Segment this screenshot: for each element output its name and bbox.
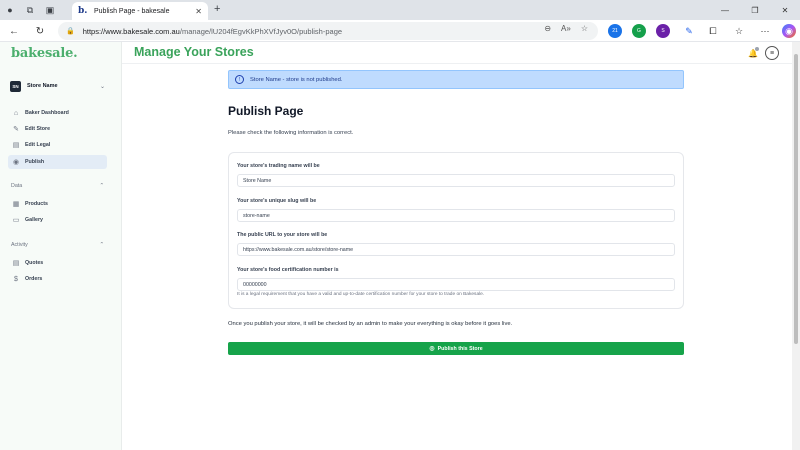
url-actions: ⊖ A» ☆: [544, 24, 588, 33]
sidebar-item-gallery[interactable]: ▭ Gallery: [8, 213, 107, 227]
section-heading: Publish Page: [228, 104, 304, 118]
store-selector[interactable]: SN Store Name ⌄: [10, 78, 105, 94]
profile-extension-icon[interactable]: S: [656, 24, 670, 38]
close-tab-icon[interactable]: ✕: [195, 7, 202, 16]
profile-icon[interactable]: ●: [0, 0, 20, 20]
url-path: /manage/lU204fEgvKkPhXVfJyv0O/publish-pa…: [179, 26, 343, 36]
notification-badge: [755, 47, 759, 51]
slug-label: Your store's unique slug will be: [237, 198, 317, 204]
certification-field[interactable]: 00000000: [237, 278, 675, 291]
legal-icon: ▤: [12, 142, 20, 149]
sidebar-item-label: Quotes: [25, 260, 44, 266]
public-url-label: The public URL to your store will be: [237, 232, 328, 238]
browser-tab[interactable]: b. Publish Page - bakesale ✕: [72, 2, 208, 20]
sidebar: bakesale. SN Store Name ⌄ ⌂ Baker Dashbo…: [0, 42, 122, 450]
document-icon: ▤: [12, 260, 20, 267]
copilot-icon[interactable]: ◉: [782, 24, 796, 38]
bakesale-logo[interactable]: bakesale.: [11, 46, 78, 61]
bakesale-favicon-icon: b.: [78, 6, 88, 16]
dollar-icon: $: [14, 275, 18, 283]
page-title: Manage Your Stores: [134, 45, 254, 59]
minimize-icon[interactable]: —: [710, 0, 740, 20]
sidebar-item-edit-legal[interactable]: ▤ Edit Legal: [8, 138, 107, 152]
chevron-up-icon: ⌃: [99, 242, 104, 248]
refresh-icon[interactable]: ↻: [32, 23, 48, 39]
eye-icon: ◉: [12, 159, 20, 166]
sidebar-item-baker-dashboard[interactable]: ⌂ Baker Dashboard: [8, 106, 107, 120]
scrollbar-thumb[interactable]: [794, 54, 798, 344]
alert-text: Store Name - store is not published.: [250, 76, 343, 83]
favorite-star-icon[interactable]: ☆: [581, 24, 588, 33]
lock-icon: 🔒: [66, 28, 75, 35]
sidebar-item-edit-store[interactable]: ✎ Edit Store: [8, 122, 107, 136]
extension-badge-icon[interactable]: 21: [608, 24, 622, 38]
activity-section-header[interactable]: Activity ⌃: [11, 242, 104, 248]
page: bakesale. SN Store Name ⌄ ⌂ Baker Dashbo…: [0, 42, 800, 450]
store-avatar: SN: [10, 80, 21, 92]
favorites-icon[interactable]: ☆: [732, 24, 746, 38]
eye-icon: ◎: [429, 346, 435, 352]
vertical-scrollbar[interactable]: [792, 42, 800, 450]
collections-icon[interactable]: ⧉: [20, 0, 40, 20]
home-icon: ⌂: [13, 109, 19, 117]
box-icon: ▦: [12, 201, 20, 208]
trading-name-label: Your store's trading name will be: [237, 163, 320, 169]
url-field[interactable]: 🔒 https://www.bakesale.com.au/manage/lU2…: [58, 22, 598, 40]
main-content: Manage Your Stores 🔔 ≡ ! Store Name - st…: [122, 42, 800, 450]
tab-title: Publish Page - bakesale: [94, 7, 170, 15]
pen-icon[interactable]: ✎: [682, 24, 696, 38]
sidebar-item-publish[interactable]: ◉ Publish: [8, 155, 107, 169]
window-close-icon[interactable]: ✕: [770, 0, 800, 20]
address-bar-row: ← ↻ 🔒 https://www.bakesale.com.au/manage…: [0, 20, 800, 42]
sidebar-item-label: Baker Dashboard: [25, 110, 69, 116]
back-icon[interactable]: ←: [6, 23, 22, 39]
sidebar-item-label: Gallery: [25, 217, 43, 223]
sidebar-item-label: Edit Store: [25, 126, 51, 132]
review-note: Once you publish your store, it will be …: [228, 321, 513, 327]
trading-name-field[interactable]: Store Name: [237, 174, 675, 187]
url-text: https://www.bakesale.com.au/manage/lU204…: [83, 27, 342, 36]
intro-text: Please check the following information i…: [228, 130, 354, 136]
certification-help-text: It is a legal requirement that you have …: [237, 292, 485, 297]
slug-field[interactable]: store-name: [237, 209, 675, 222]
url-host: https://www.bakesale.com.au: [82, 26, 180, 36]
chevron-up-icon: ⌃: [99, 183, 104, 189]
edit-icon: ✎: [13, 126, 19, 133]
public-url-field[interactable]: https://www.bakesale.com.au/store/store-…: [237, 243, 675, 256]
menu-icon[interactable]: ≡: [765, 46, 779, 60]
main-header: Manage Your Stores 🔔 ≡: [122, 42, 792, 64]
section-label: Data: [11, 183, 23, 189]
new-tab-icon[interactable]: +: [214, 3, 220, 15]
info-icon: !: [235, 75, 244, 84]
restore-icon[interactable]: ❐: [740, 0, 770, 20]
read-aloud-icon[interactable]: A»: [561, 24, 571, 33]
sidebar-item-label: Publish: [25, 159, 45, 165]
sidebar-item-quotes[interactable]: ▤ Quotes: [8, 256, 107, 270]
chevron-down-icon: ⌄: [99, 83, 105, 90]
publish-info-card: Your store's trading name will be Store …: [228, 152, 684, 309]
publish-button-label: Publish this Store: [437, 345, 483, 352]
tab-actions-icon[interactable]: ▣: [40, 0, 60, 20]
sidebar-item-products[interactable]: ▦ Products: [8, 197, 107, 211]
section-label: Activity: [11, 242, 28, 248]
certification-label: Your store's food certification number i…: [237, 267, 339, 273]
sidebar-item-label: Edit Legal: [25, 142, 51, 148]
publish-store-button[interactable]: ◎ Publish this Store: [228, 342, 684, 355]
sidebar-item-label: Orders: [25, 276, 43, 282]
image-icon: ▭: [12, 217, 20, 224]
store-name: Store Name: [27, 83, 58, 89]
sidebar-item-label: Products: [25, 201, 48, 207]
grammarly-icon[interactable]: G: [632, 24, 646, 38]
sidebar-item-orders[interactable]: $ Orders: [8, 272, 107, 286]
data-section-header[interactable]: Data ⌃: [11, 183, 104, 189]
zoom-icon[interactable]: ⊖: [544, 24, 551, 33]
unpublished-alert: ! Store Name - store is not published.: [228, 70, 684, 89]
window-controls: — ❐ ✕: [710, 0, 800, 20]
browser-tab-bar: ● ⧉ ▣ b. Publish Page - bakesale ✕ + — ❐…: [0, 0, 800, 20]
more-options-icon[interactable]: ⋯: [758, 24, 772, 38]
extensions-puzzle-icon[interactable]: ⧠: [706, 24, 720, 38]
